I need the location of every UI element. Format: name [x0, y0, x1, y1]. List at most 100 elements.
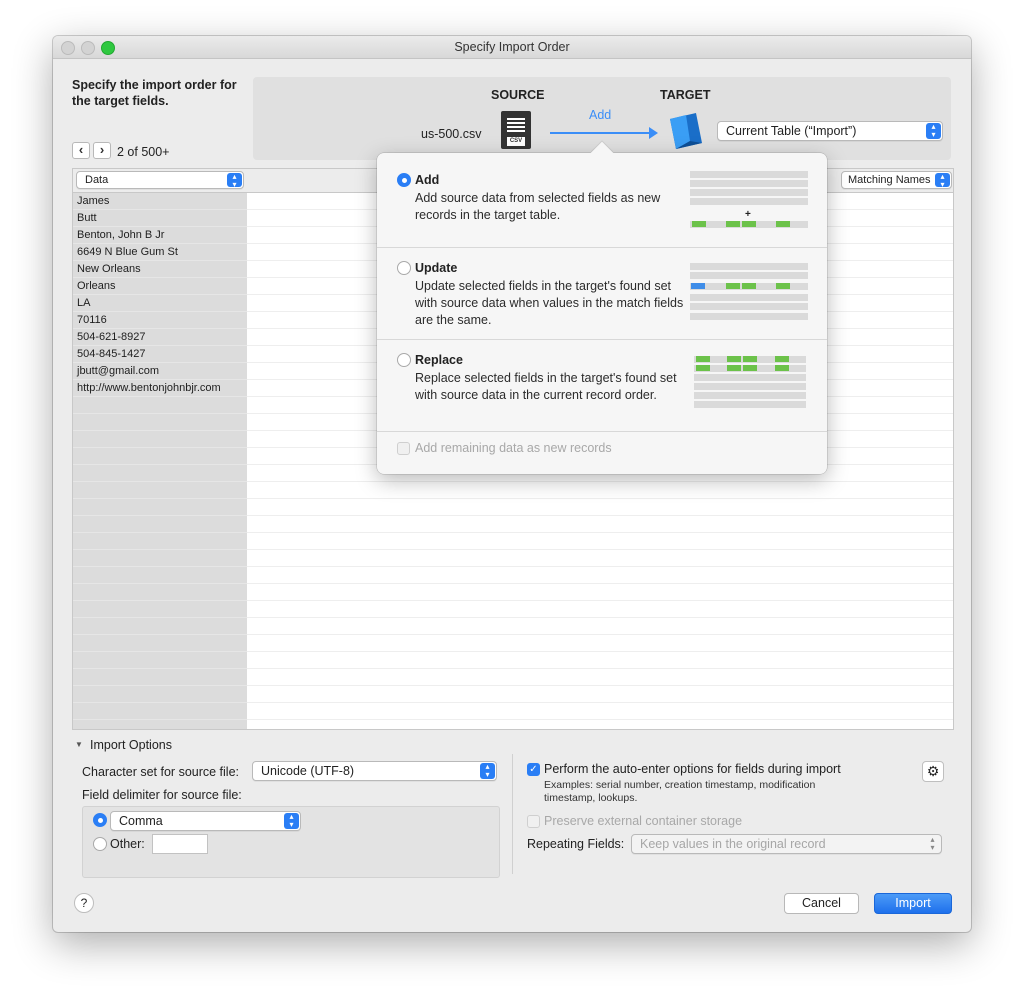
next-record-button[interactable]: ›	[93, 142, 111, 159]
source-value-row[interactable]	[73, 618, 247, 635]
update-option-description: Update selected fields in the target's f…	[415, 279, 684, 327]
mapping-arrow-shaft	[550, 132, 652, 134]
target-field-row[interactable]	[247, 516, 953, 533]
auto-enter-examples: Examples: serial number, creation timest…	[544, 779, 816, 804]
target-field-row[interactable]	[247, 601, 953, 618]
update-option-radio[interactable]	[397, 261, 411, 275]
select-stepper-icon: ▴ ▾	[926, 123, 941, 139]
csv-file-icon: CSV	[501, 111, 531, 149]
previous-record-button[interactable]: ‹	[72, 142, 90, 159]
target-field-row[interactable]	[247, 567, 953, 584]
add-option-radio[interactable]	[397, 173, 411, 187]
auto-enter-checkbox[interactable]: ✓	[527, 763, 540, 776]
source-value-row[interactable]: Butt	[73, 210, 247, 227]
source-value-row[interactable]: James	[73, 193, 247, 210]
target-field-row[interactable]	[247, 533, 953, 550]
source-value-row[interactable]	[73, 584, 247, 601]
select-stepper-icon: ▴ ▾	[227, 173, 242, 189]
add-option-description: Add source data from selected fields as …	[415, 191, 661, 222]
target-field-row[interactable]	[247, 686, 953, 703]
source-file-name: us-500.csv	[421, 127, 482, 141]
add-option-title: Add	[415, 173, 440, 187]
source-value-row[interactable]: jbutt@gmail.com	[73, 363, 247, 380]
source-value-row[interactable]	[73, 550, 247, 567]
other-delimiter-label: Other:	[110, 837, 145, 851]
disclosure-triangle-icon[interactable]: ▼	[75, 740, 83, 749]
other-delimiter-radio[interactable]	[93, 837, 107, 851]
add-remaining-checkbox[interactable]	[397, 442, 410, 455]
delimiter-group: Comma ▴ ▾ Other:	[82, 806, 500, 878]
add-remaining-label: Add remaining data as new records	[415, 441, 612, 455]
source-value-row[interactable]	[73, 397, 247, 414]
source-value-row[interactable]	[73, 465, 247, 482]
target-label: TARGET	[660, 88, 711, 102]
help-button[interactable]: ?	[74, 893, 94, 913]
source-value-row[interactable]: 6649 N Blue Gum St	[73, 244, 247, 261]
source-value-row[interactable]	[73, 567, 247, 584]
source-data-column: Data ▴ ▾ James Butt Benton, John B Jr 6649 N…	[73, 169, 247, 729]
target-field-row[interactable]	[247, 499, 953, 516]
preserve-storage-checkbox[interactable]	[527, 815, 540, 828]
comma-delimiter-select[interactable]: Comma ▴ ▾	[110, 811, 301, 831]
target-field-order-select[interactable]: Matching Names ▴ ▾	[841, 171, 952, 189]
target-field-row[interactable]	[247, 550, 953, 567]
import-order-dialog: Specify Import Order Specify the import …	[53, 36, 971, 932]
source-value-row[interactable]	[73, 499, 247, 516]
source-column-select[interactable]: Data ▴ ▾	[76, 171, 244, 189]
import-action-popover: Add Add source data from selected fields…	[377, 141, 827, 474]
delimiter-label: Field delimiter for source file:	[82, 788, 242, 802]
source-value-row[interactable]: 504-621-8927	[73, 329, 247, 346]
replace-option-title: Replace	[415, 353, 463, 367]
source-value-row[interactable]	[73, 414, 247, 431]
add-option-diagram: +	[690, 171, 808, 231]
record-count: 2 of 500+	[117, 145, 170, 159]
target-field-row[interactable]	[247, 703, 953, 720]
gear-icon[interactable]: ⚙	[922, 761, 944, 782]
select-stepper-icon: ▴ ▾	[935, 173, 950, 189]
source-value-row[interactable]	[73, 652, 247, 669]
source-value-row[interactable]	[73, 703, 247, 720]
source-value-row[interactable]	[73, 533, 247, 550]
select-stepper-icon: ▴ ▾	[930, 835, 935, 852]
source-value-row[interactable]: New Orleans	[73, 261, 247, 278]
update-option-title: Update	[415, 261, 458, 275]
target-field-row[interactable]	[247, 652, 953, 669]
other-delimiter-input[interactable]	[152, 834, 208, 854]
filemaker-database-icon	[670, 113, 702, 149]
source-value-row[interactable]	[73, 669, 247, 686]
cancel-button[interactable]: Cancel	[784, 893, 859, 914]
source-value-row[interactable]	[73, 482, 247, 499]
source-value-row[interactable]: 504-845-1427	[73, 346, 247, 363]
title-bar: Specify Import Order	[53, 36, 971, 59]
comma-delimiter-radio[interactable]	[93, 813, 107, 827]
source-value-row[interactable]: http://www.bentonjohnbjr.com	[73, 380, 247, 397]
target-table-select[interactable]: Current Table (“Import”) ▴ ▾	[717, 121, 943, 141]
select-stepper-icon: ▴ ▾	[284, 813, 299, 829]
target-field-row[interactable]	[247, 669, 953, 686]
replace-option-radio[interactable]	[397, 353, 411, 367]
update-option-diagram	[690, 263, 808, 323]
replace-option-description: Replace selected fields in the target's …	[415, 371, 677, 402]
source-value-row[interactable]	[73, 448, 247, 465]
target-field-row[interactable]	[247, 482, 953, 499]
charset-select[interactable]: Unicode (UTF-8) ▴ ▾	[252, 761, 497, 781]
source-value-row[interactable]	[73, 635, 247, 652]
source-value-list: James Butt Benton, John B Jr 6649 N Blue Gu…	[73, 193, 247, 720]
source-value-row[interactable]	[73, 686, 247, 703]
source-value-row[interactable]: Benton, John B Jr	[73, 227, 247, 244]
source-value-row[interactable]: 70116	[73, 312, 247, 329]
import-options-title: Import Options	[90, 738, 172, 752]
auto-enter-label: Perform the auto-enter options for field…	[544, 762, 841, 776]
import-action-label[interactable]: Add	[589, 108, 611, 122]
target-field-row[interactable]	[247, 618, 953, 635]
source-value-row[interactable]: Orleans	[73, 278, 247, 295]
select-stepper-icon: ▴ ▾	[480, 763, 495, 779]
import-button[interactable]: Import	[874, 893, 952, 914]
source-value-row[interactable]: LA	[73, 295, 247, 312]
source-value-row[interactable]	[73, 516, 247, 533]
repeating-fields-select[interactable]: Keep values in the original record ▴ ▾	[631, 834, 942, 854]
source-value-row[interactable]	[73, 601, 247, 618]
target-field-row[interactable]	[247, 635, 953, 652]
target-field-row[interactable]	[247, 584, 953, 601]
source-value-row[interactable]	[73, 431, 247, 448]
